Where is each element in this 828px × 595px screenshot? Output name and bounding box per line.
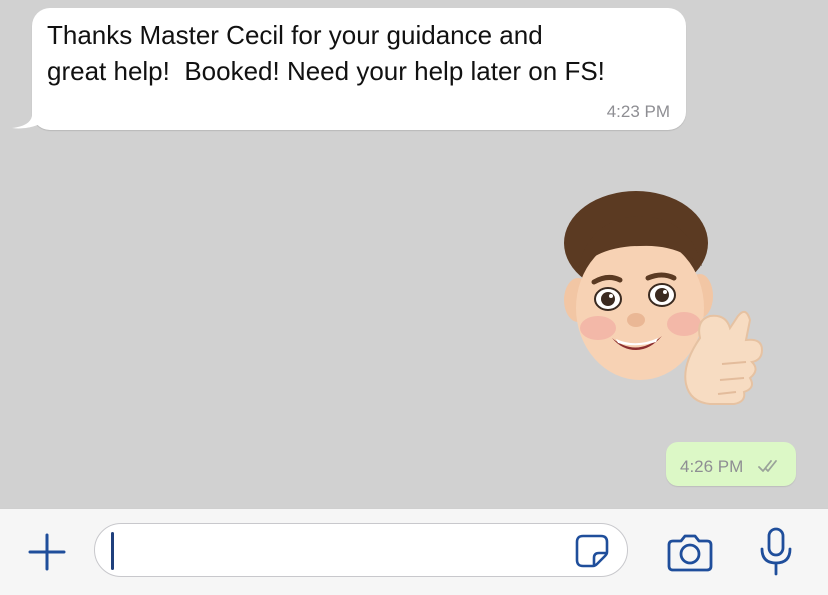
message-input[interactable] [111, 530, 575, 572]
memoji-thumbs-up-sticker[interactable] [550, 188, 770, 413]
outgoing-message-bubble[interactable]: 4:26 PM [666, 442, 796, 486]
message-text: Thanks Master Cecil for your guidance an… [47, 20, 605, 86]
microphone-icon[interactable] [758, 527, 794, 577]
chat-area: Thanks Master Cecil for your guidance an… [0, 0, 828, 508]
read-receipt-icon [758, 460, 777, 472]
message-timestamp: 4:23 PM [606, 102, 670, 121]
incoming-message-bubble[interactable]: Thanks Master Cecil for your guidance an… [12, 8, 686, 130]
text-cursor [111, 532, 114, 570]
bubble-tail [12, 100, 52, 129]
plus-icon[interactable] [28, 533, 66, 571]
camera-icon[interactable] [667, 532, 713, 572]
sticker-icon[interactable] [575, 534, 609, 568]
message-composer-bar [0, 508, 828, 595]
message-input-field[interactable] [94, 523, 628, 577]
message-timestamp: 4:26 PM [680, 457, 744, 476]
